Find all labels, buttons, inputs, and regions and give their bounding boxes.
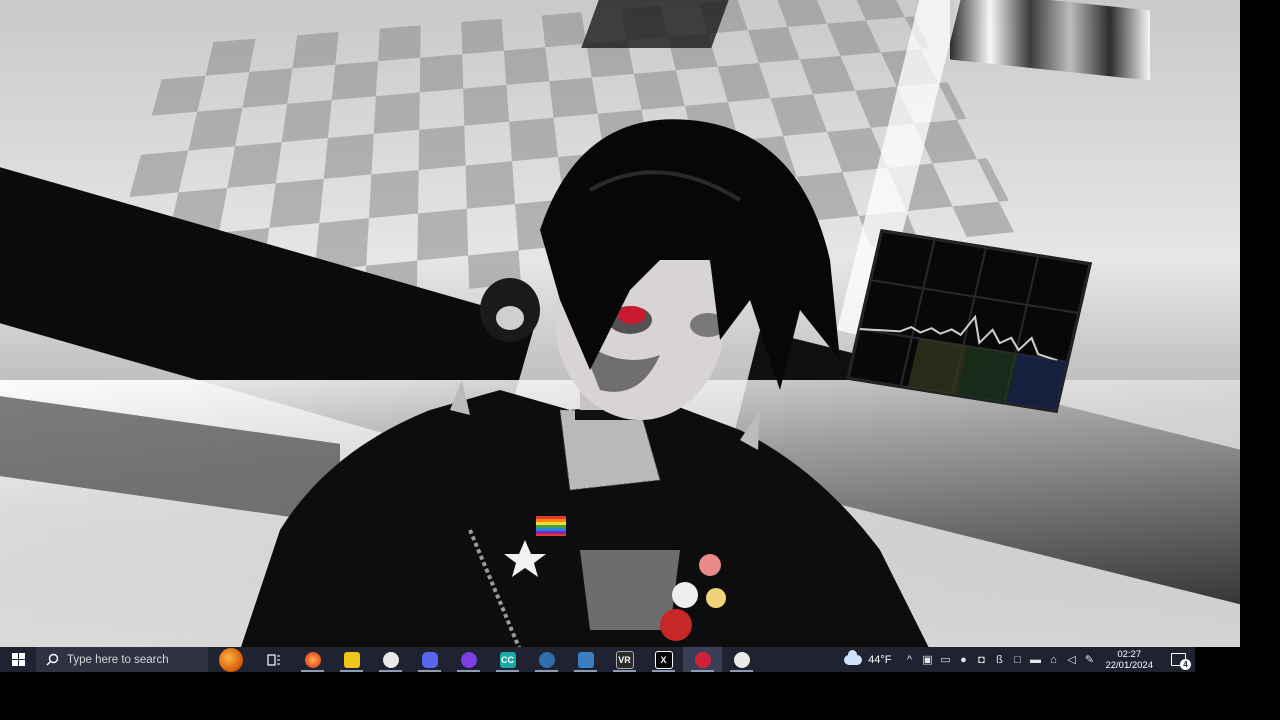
notification-center-button[interactable]: 4 (1167, 649, 1191, 671)
task-view-icon (266, 653, 280, 666)
firefox-icon (304, 651, 321, 668)
taskbar-app-discord[interactable] (410, 647, 449, 672)
x-icon: X (654, 650, 673, 669)
tray-app-icon[interactable]: ▣ (921, 653, 933, 666)
game-viewport (0, 0, 1240, 647)
system-tray: 44°F ^ ▣ ▭ ● ◘ ß □ ▬ ⌂ ◁ ✎ 02:27 22/01/2… (844, 647, 1195, 672)
weather-temperature: 44°F (868, 653, 892, 666)
tray-icons: ^ ▣ ▭ ● ◘ ß □ ▬ ⌂ ◁ ✎ (903, 653, 1095, 667)
windows-taskbar: Type here to search CC VR X 44°F ^ ▣ ▭ ●… (0, 647, 1195, 672)
weather-widget[interactable]: 44°F (844, 649, 892, 666)
monitor-icon[interactable]: □ (1011, 654, 1023, 666)
pen-icon[interactable]: ✎ (1083, 653, 1095, 666)
taskbar-app-steam[interactable] (527, 647, 566, 672)
cc-icon: CC (499, 651, 516, 668)
mask-icon (460, 651, 477, 668)
start-button[interactable] (0, 647, 36, 672)
taskbar-app-cc[interactable]: CC (488, 647, 527, 672)
taskbar-apps: CC VR X (254, 647, 761, 672)
cloud-icon (844, 649, 863, 665)
battery-icon[interactable]: ▬ (1029, 654, 1041, 666)
taskbar-app-mask[interactable] (449, 647, 488, 672)
clock[interactable]: 02:27 22/01/2024 (1105, 649, 1153, 671)
notification-count-badge: 4 (1180, 658, 1191, 670)
record-icon (694, 651, 711, 668)
taskbar-app-file-explorer[interactable] (332, 647, 371, 672)
taskbar-app-x[interactable]: X (644, 647, 683, 672)
steam-icon (538, 651, 555, 668)
taskbar-app-vtuber[interactable] (566, 647, 605, 672)
task-view-button[interactable] (254, 647, 293, 672)
volume-icon[interactable]: ◁ (1065, 653, 1077, 666)
taskbar-app-record[interactable] (683, 647, 722, 672)
clock-date: 22/01/2024 (1105, 659, 1153, 671)
vtuber-icon (577, 651, 594, 668)
taskbar-search-box[interactable]: Type here to search (36, 647, 208, 672)
letterbox-bottom (0, 672, 1280, 720)
search-icon (46, 653, 59, 666)
clock-time: 02:27 (1117, 648, 1142, 660)
taskbar-app-panda[interactable] (722, 647, 761, 672)
folder-icon (343, 651, 360, 668)
chevron-up-icon[interactable]: ^ (903, 654, 915, 666)
avatar-character (241, 119, 929, 647)
search-highlight-icon[interactable] (214, 647, 248, 672)
letterbox-right (1240, 0, 1280, 720)
camera-icon[interactable]: ◘ (975, 654, 987, 666)
taskbar-app-vr[interactable]: VR (605, 647, 644, 672)
ceiling-glitch (581, 0, 729, 48)
top-right-glitch (950, 0, 1150, 81)
taskbar-app-firefox[interactable] (293, 647, 332, 672)
search-placeholder: Type here to search (67, 653, 169, 666)
bluetooth-icon[interactable]: ß (993, 654, 1005, 666)
vr-icon: VR (615, 650, 634, 669)
network-icon[interactable]: ⌂ (1047, 654, 1059, 666)
discord-icon (421, 651, 438, 668)
taskbar-app-penguin[interactable] (371, 647, 410, 672)
panda-icon (733, 651, 750, 668)
windows-logo-icon (11, 653, 25, 666)
display-icon[interactable]: ▭ (939, 653, 951, 666)
penguin-icon (382, 651, 399, 668)
taskbar-edge (1195, 647, 1240, 672)
microphone-icon[interactable]: ● (957, 654, 969, 666)
